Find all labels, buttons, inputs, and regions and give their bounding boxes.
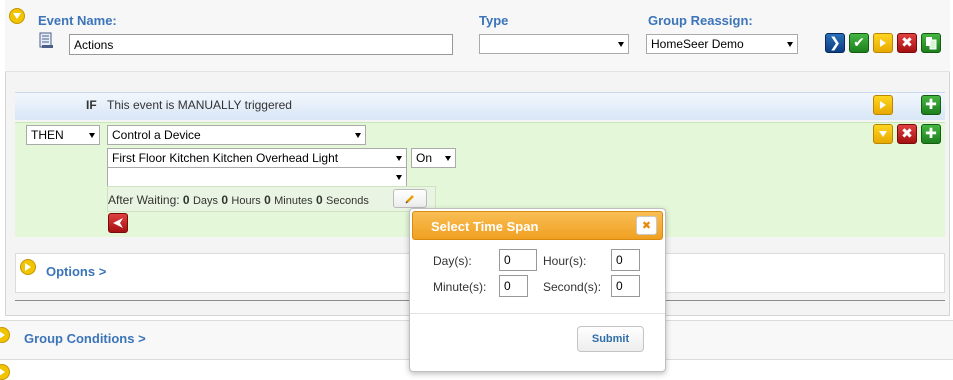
chevron-right-icon — [25, 263, 31, 271]
delete-event-button[interactable]: ✖ — [897, 33, 917, 53]
hours-input[interactable] — [611, 249, 640, 271]
notes-icon[interactable] — [39, 32, 54, 49]
play-icon — [880, 101, 886, 109]
chevron-right-icon — [0, 368, 5, 376]
wait-minutes-value: 0 — [264, 193, 271, 207]
secondary-select[interactable] — [107, 167, 407, 187]
action-type-value: Control a Device — [112, 128, 201, 142]
chevron-down-icon — [396, 175, 402, 180]
play-icon — [880, 39, 886, 47]
close-icon: ✖ — [901, 35, 913, 51]
event-name-label: Event Name: — [38, 13, 117, 28]
after-waiting-label: After Waiting: — [108, 193, 180, 207]
delete-action-button[interactable]: ✖ — [897, 124, 917, 144]
trigger-description: This event is MANUALLY triggered — [107, 98, 292, 112]
expand-next-section-button[interactable] — [0, 364, 10, 380]
action-type-select[interactable]: Control a Device — [107, 125, 366, 145]
device-state-value: On — [416, 151, 433, 165]
days-label: Day(s): — [433, 254, 472, 268]
chevron-down-icon — [89, 133, 95, 138]
submit-button[interactable]: Submit — [577, 326, 644, 352]
save-event-button[interactable]: ✔ — [849, 33, 869, 53]
wait-seconds-value: 0 — [315, 193, 323, 207]
then-select[interactable]: THEN — [26, 125, 100, 145]
expand-options-button[interactable] — [20, 259, 36, 275]
chevron-down-icon — [618, 42, 624, 47]
pencil-icon — [405, 194, 414, 204]
group-reassign-select[interactable]: HomeSeer Demo — [646, 34, 798, 54]
close-icon: ✖ — [901, 126, 913, 142]
after-waiting-row: After Waiting: 0 Days 0 Hours 0 Minutes … — [108, 193, 369, 207]
run-event-button[interactable]: ❯ — [825, 33, 845, 53]
type-label: Type — [479, 13, 509, 28]
group-reassign-value: HomeSeer Demo — [651, 37, 744, 51]
dialog-footer-divider — [410, 313, 665, 314]
then-select-value: THEN — [31, 128, 64, 142]
chevron-right-icon: ❯ — [829, 35, 841, 51]
chevron-down-icon — [879, 131, 887, 137]
airplane-action-button[interactable] — [108, 213, 128, 233]
device-state-select[interactable]: On — [411, 148, 456, 168]
plus-icon: ✚ — [925, 97, 937, 113]
wait-days-value: 0 — [182, 193, 190, 207]
dialog-header[interactable]: Select Time Span ✖ — [412, 211, 663, 240]
chevron-right-icon — [0, 331, 5, 339]
chevron-down-icon — [355, 133, 361, 138]
minutes-input[interactable] — [499, 275, 528, 297]
group-conditions-link[interactable]: Group Conditions > — [24, 331, 146, 346]
plus-icon: ✚ — [925, 126, 937, 142]
wait-hours-value: 0 — [221, 193, 229, 207]
wait-minutes-unit: Minutes — [274, 195, 313, 207]
collapse-action-button[interactable] — [873, 124, 893, 144]
wait-days-unit: Days — [192, 195, 219, 207]
device-select[interactable]: First Floor Kitchen Kitchen Overhead Lig… — [107, 148, 407, 168]
chevron-down-icon — [445, 156, 451, 161]
dialog-title: Select Time Span — [431, 219, 539, 234]
wait-seconds-unit: Seconds — [326, 195, 369, 207]
submit-label: Submit — [591, 333, 630, 345]
hours-label: Hour(s): — [543, 254, 587, 268]
type-select[interactable] — [479, 34, 629, 54]
minutes-label: Minute(s): — [433, 280, 487, 294]
days-input[interactable] — [499, 249, 537, 271]
group-reassign-label: Group Reassign: — [648, 13, 753, 28]
close-icon: ✖ — [641, 219, 652, 232]
chevron-down-icon — [396, 156, 402, 161]
add-trigger-button[interactable]: ✚ — [921, 95, 941, 115]
chevron-down-icon — [787, 42, 793, 47]
copy-icon — [926, 37, 937, 50]
airplane-icon — [113, 218, 123, 228]
seconds-label: Second(s): — [543, 280, 602, 294]
add-action-button[interactable]: ✚ — [921, 124, 941, 144]
device-select-value: First Floor Kitchen Kitchen Overhead Lig… — [112, 151, 339, 165]
chevron-down-icon — [13, 13, 21, 19]
event-name-input[interactable] — [69, 34, 453, 55]
dialog-close-button[interactable]: ✖ — [636, 216, 657, 235]
edit-wait-button[interactable] — [393, 189, 427, 208]
wait-hours-unit: Hours — [231, 195, 261, 207]
add-trigger-run-button[interactable] — [873, 95, 893, 115]
collapse-event-button[interactable] — [9, 8, 25, 24]
seconds-input[interactable] — [611, 275, 640, 297]
checkmark-icon: ✔ — [853, 35, 865, 51]
copy-event-button[interactable] — [921, 33, 941, 53]
options-link[interactable]: Options > — [46, 264, 106, 279]
if-label: IF — [86, 98, 97, 112]
play-event-button[interactable] — [873, 33, 893, 53]
time-span-dialog: Select Time Span ✖ Day(s): Hour(s): Minu… — [409, 208, 666, 372]
